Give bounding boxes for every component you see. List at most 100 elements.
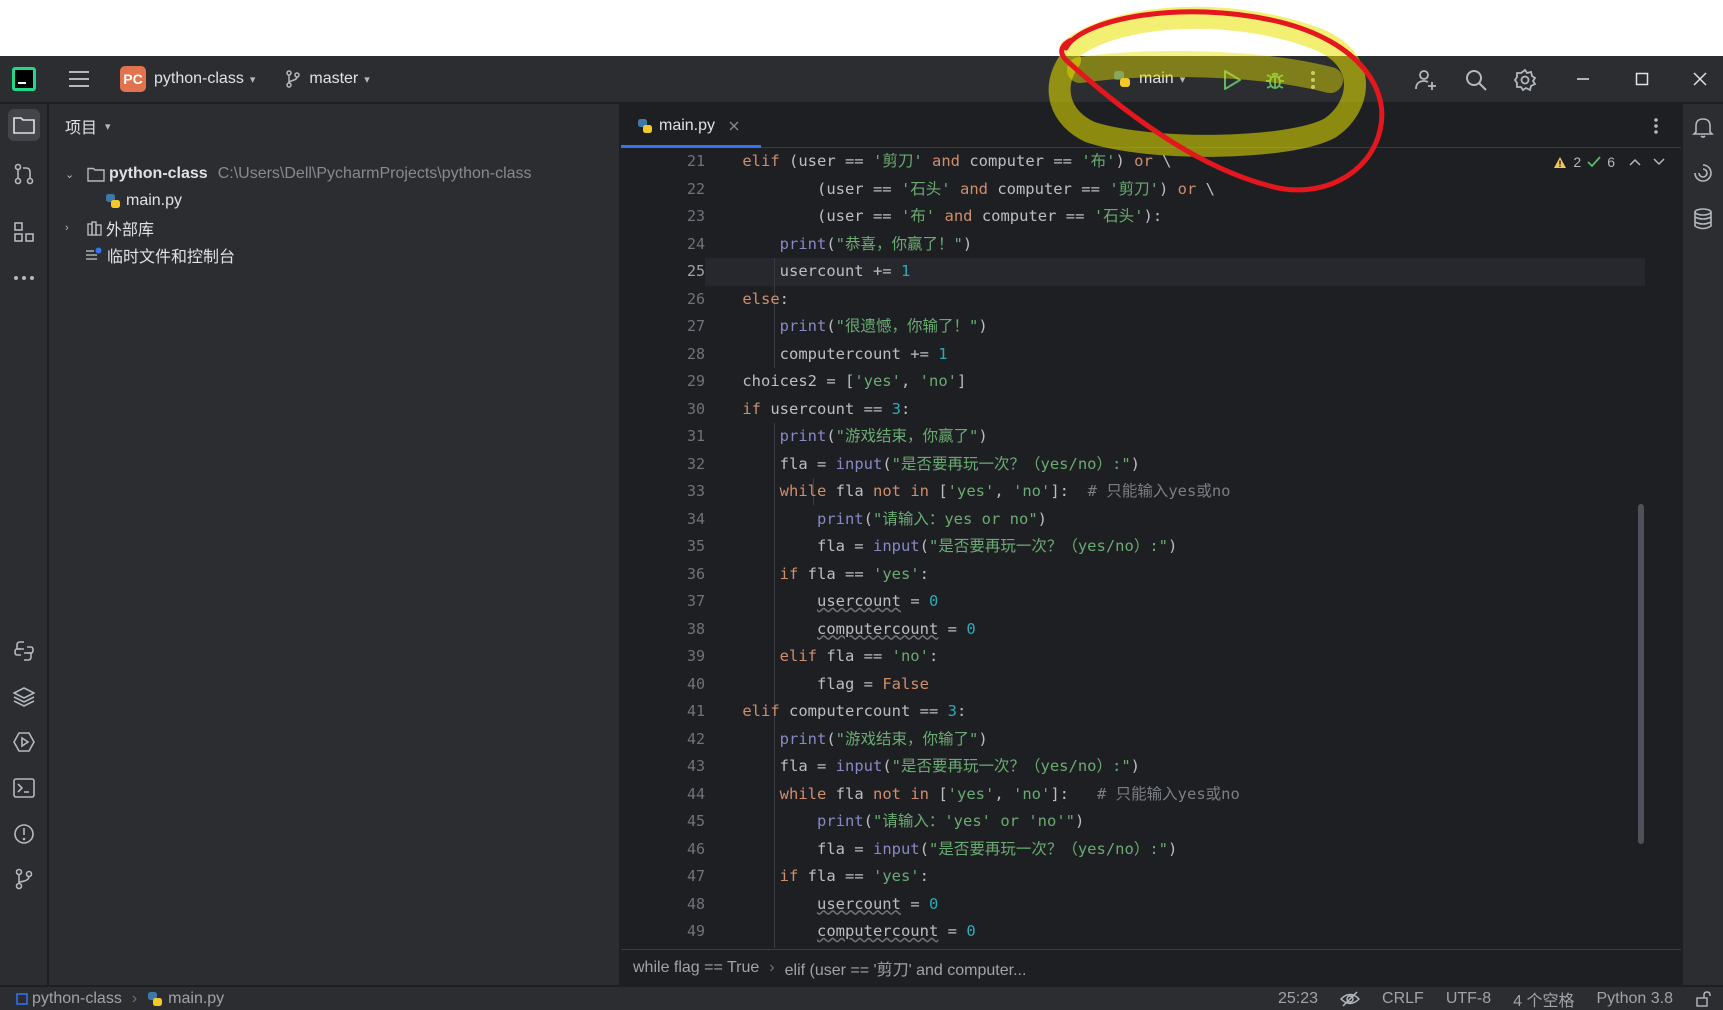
project-tool-button[interactable] — [8, 109, 40, 141]
status-crumb-project[interactable]: python-class — [32, 990, 122, 1008]
code-line[interactable]: print("请输入：yes or no") — [705, 506, 1047, 534]
inspection-widget[interactable]: 2 6 — [1553, 152, 1665, 172]
more-tools-button[interactable] — [8, 262, 40, 294]
line-number[interactable]: 24 — [665, 231, 705, 259]
tab-main-py[interactable]: main.py — [637, 104, 739, 148]
line-number[interactable]: 38 — [665, 616, 705, 644]
code-line[interactable]: if fla == 'yes': — [705, 561, 929, 589]
commit-tool-button[interactable] — [8, 158, 40, 190]
line-number[interactable]: 49 — [665, 918, 705, 946]
breadcrumb-item[interactable]: elif (user == '剪刀' and computer... — [785, 956, 1027, 980]
run-icon[interactable] — [1222, 69, 1242, 91]
code-line[interactable]: fla = input("是否要再玩一次？（yes/no）:") — [705, 753, 1140, 781]
line-number[interactable]: 33 — [665, 478, 705, 506]
problems-tool-button[interactable] — [8, 818, 40, 850]
code-line[interactable]: elif computercount == 3: — [705, 698, 966, 726]
code-line[interactable]: computercount += 1 — [705, 341, 948, 369]
line-number[interactable]: 28 — [665, 341, 705, 369]
file-encoding[interactable]: UTF-8 — [1446, 990, 1491, 1008]
main-menu-icon[interactable] — [68, 70, 90, 88]
project-panel-header[interactable]: 项目 ▾ — [65, 104, 111, 148]
code-line[interactable]: (user == '布' and computer == '石头'): — [705, 203, 1162, 231]
code-area[interactable]: elif (user == '剪刀' and computer == '布') … — [705, 148, 1645, 948]
line-number[interactable]: 21 — [665, 148, 705, 176]
project-switcher[interactable]: PC python-class ▾ — [120, 56, 255, 103]
chevron-down-icon[interactable]: ⌄ — [65, 168, 83, 181]
search-icon[interactable] — [1464, 68, 1488, 92]
line-number[interactable]: 26 — [665, 286, 705, 314]
code-line[interactable]: print("请输入：'yes' or 'no'") — [705, 808, 1084, 836]
code-line[interactable]: (user == '石头' and computer == '剪刀') or \ — [705, 176, 1215, 204]
code-line[interactable]: choices2 = ['yes', 'no'] — [705, 368, 966, 396]
line-number[interactable]: 48 — [665, 891, 705, 919]
branch-switcher[interactable]: master ▾ — [285, 56, 370, 103]
layers-tool-button[interactable] — [8, 681, 40, 713]
line-number[interactable]: 41 — [665, 698, 705, 726]
tree-item-scratches[interactable]: 临时文件和控制台 — [85, 241, 235, 269]
line-number[interactable]: 37 — [665, 588, 705, 616]
line-separator[interactable]: CRLF — [1382, 990, 1424, 1008]
status-crumb-file[interactable]: main.py — [168, 990, 224, 1008]
line-number[interactable]: 25 — [665, 258, 705, 286]
line-number[interactable]: 40 — [665, 671, 705, 699]
chevron-up-icon[interactable] — [1629, 158, 1641, 166]
close-tab-icon[interactable] — [729, 121, 739, 131]
ai-assistant-icon[interactable] — [1692, 162, 1714, 184]
close-window-icon[interactable] — [1693, 72, 1707, 86]
add-user-icon[interactable] — [1414, 68, 1438, 92]
line-number[interactable]: 44 — [665, 781, 705, 809]
code-line[interactable]: flag = False — [705, 671, 929, 699]
line-number[interactable]: 43 — [665, 753, 705, 781]
chevron-right-icon[interactable]: › — [65, 222, 83, 234]
code-line[interactable]: if usercount == 3: — [705, 396, 910, 424]
more-actions-icon[interactable] — [1310, 70, 1316, 90]
indent-setting[interactable]: 4 个空格 — [1513, 987, 1574, 1010]
terminal-tool-button[interactable] — [8, 772, 40, 804]
line-number[interactable]: 46 — [665, 836, 705, 864]
line-number[interactable]: 29 — [665, 368, 705, 396]
line-number[interactable]: 23 — [665, 203, 705, 231]
line-number[interactable]: 30 — [665, 396, 705, 424]
tree-item-main-py[interactable]: main.py — [105, 187, 182, 215]
line-number[interactable]: 45 — [665, 808, 705, 836]
editor-more-icon[interactable] — [1653, 117, 1659, 135]
lock-icon[interactable] — [1695, 991, 1711, 1007]
settings-gear-icon[interactable] — [1513, 68, 1537, 92]
code-line[interactable]: print("游戏结束，你输了") — [705, 726, 988, 754]
code-line[interactable]: computercount = 0 — [705, 918, 976, 946]
no-highlighting-icon[interactable] — [1340, 990, 1361, 1008]
code-line[interactable]: print("游戏结束，你赢了") — [705, 423, 988, 451]
code-line[interactable]: if fla == 'yes': — [705, 863, 929, 891]
line-number[interactable]: 22 — [665, 176, 705, 204]
services-tool-button[interactable] — [8, 726, 40, 758]
line-number[interactable]: 31 — [665, 423, 705, 451]
caret-position[interactable]: 25:23 — [1278, 990, 1318, 1008]
code-line[interactable]: elif (user == '剪刀' and computer == '布') … — [705, 148, 1171, 176]
code-line[interactable]: while fla not in ['yes', 'no']: # 只能输入ye… — [705, 781, 1240, 809]
code-line[interactable]: fla = input("是否要再玩一次？（yes/no）:") — [705, 836, 1177, 864]
git-tool-button[interactable] — [8, 863, 40, 895]
code-line[interactable]: usercount += 1 — [705, 258, 911, 286]
python-interpreter[interactable]: Python 3.8 — [1597, 990, 1674, 1008]
code-line[interactable]: else: — [705, 286, 789, 314]
code-line[interactable]: usercount = 0 — [705, 588, 938, 616]
vertical-scrollbar[interactable] — [1638, 504, 1644, 844]
code-line[interactable]: while fla not in ['yes', 'no']: # 只能输入ye… — [705, 478, 1231, 506]
chevron-down-icon[interactable] — [1653, 158, 1665, 166]
maximize-icon[interactable] — [1635, 72, 1649, 86]
line-number[interactable]: 42 — [665, 726, 705, 754]
python-packages-button[interactable] — [8, 635, 40, 667]
notifications-bell-icon[interactable] — [1692, 116, 1714, 138]
code-line[interactable]: elif fla == 'no': — [705, 643, 939, 671]
breadcrumb-item[interactable]: while flag == True — [633, 959, 759, 977]
line-number[interactable]: 32 — [665, 451, 705, 479]
code-line[interactable]: fla = input("是否要再玩一次？（yes/no）:") — [705, 533, 1177, 561]
database-icon[interactable] — [1693, 208, 1713, 230]
tree-item-project-root[interactable]: ⌄ python-class C:\Users\Dell\PycharmProj… — [65, 160, 532, 188]
code-line[interactable]: usercount = 0 — [705, 891, 938, 919]
minimize-icon[interactable] — [1576, 72, 1590, 86]
structure-tool-button[interactable] — [8, 216, 40, 248]
line-number[interactable]: 27 — [665, 313, 705, 341]
debug-icon[interactable] — [1264, 69, 1286, 91]
pycharm-logo-icon[interactable] — [12, 67, 36, 91]
